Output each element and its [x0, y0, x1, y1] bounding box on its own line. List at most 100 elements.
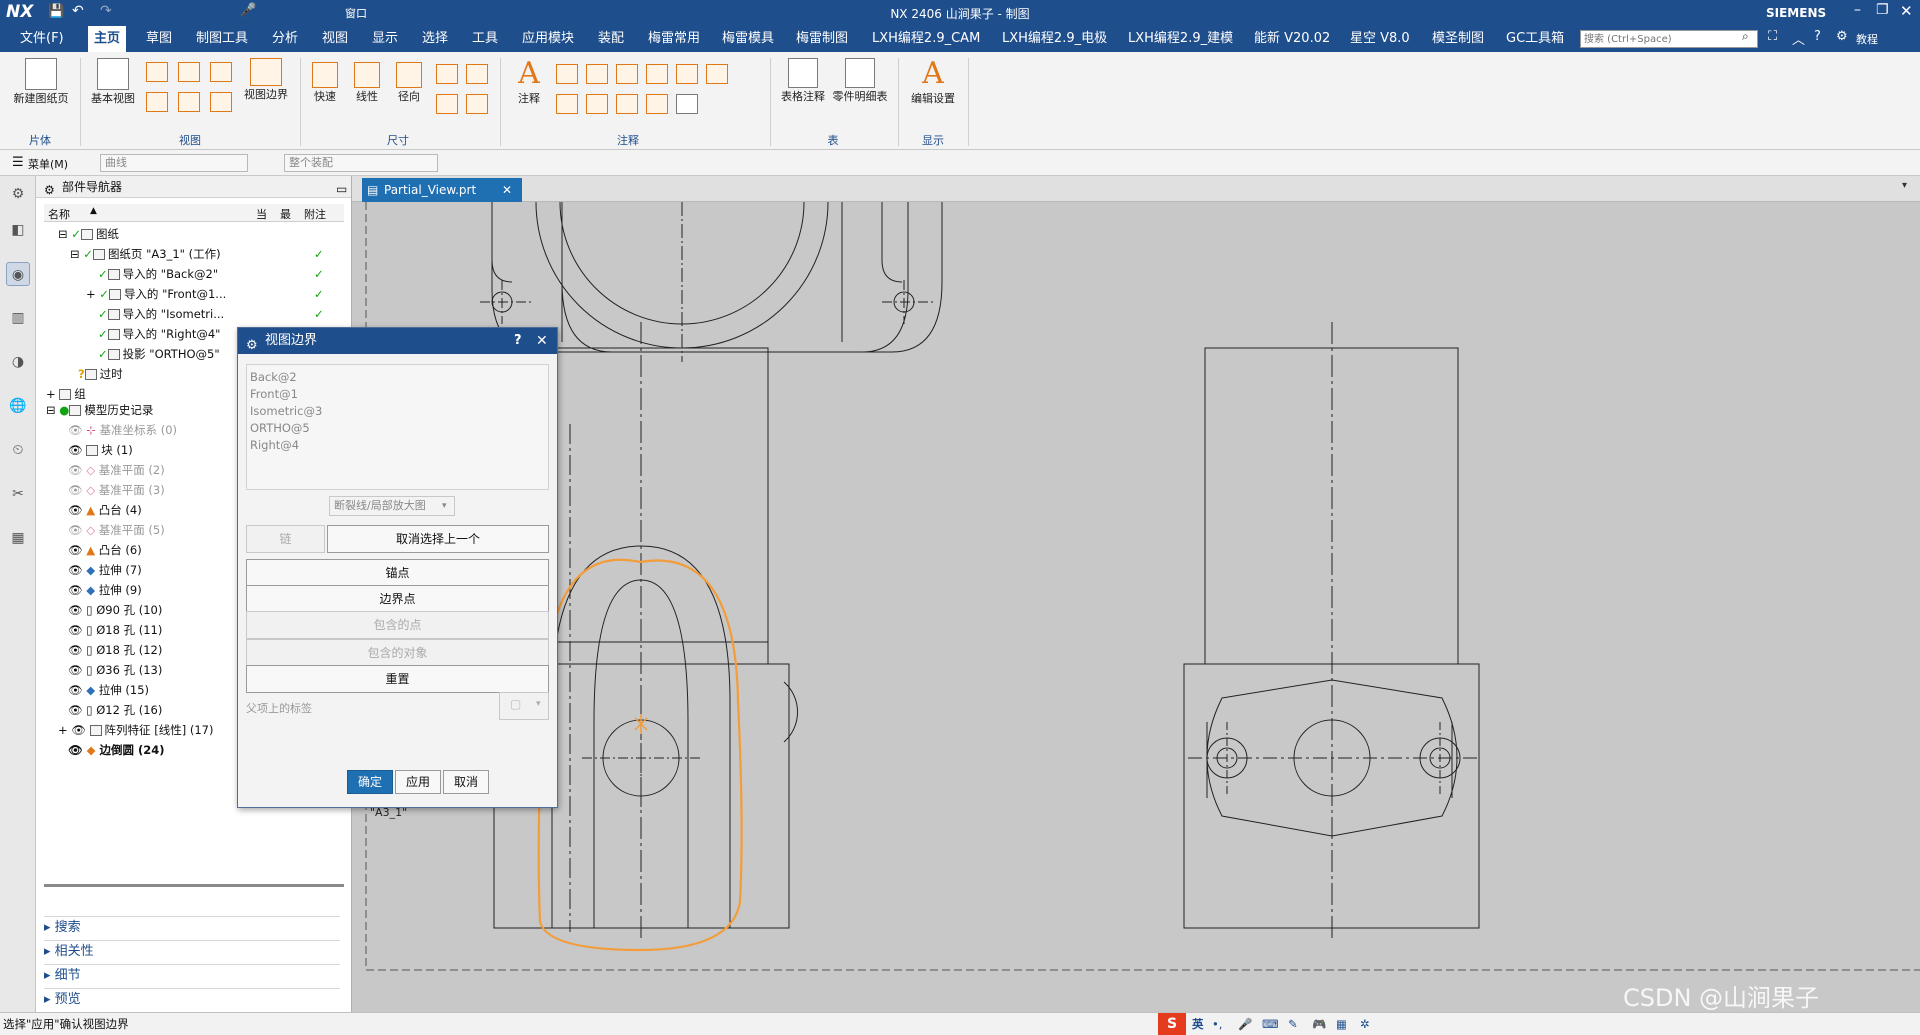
projected-view-icon[interactable] [146, 62, 168, 82]
gear-icon[interactable]: ⚙ [6, 182, 30, 206]
accordion-preview[interactable]: ▸ 预览 [44, 988, 340, 1010]
column-name[interactable]: 名称 [48, 206, 70, 222]
menu-lxh-modeling[interactable]: LXH编程2.9_建模 [1122, 26, 1239, 52]
ime-punctuation-icon[interactable]: •, [1212, 1013, 1222, 1035]
web-browser-icon[interactable]: 🌐 [6, 394, 30, 418]
detail-view-icon[interactable] [178, 62, 200, 82]
break-view-icon[interactable] [146, 92, 168, 112]
ime-game-icon[interactable]: 🎮 [1312, 1013, 1326, 1035]
radial-dimension-button[interactable]: 径向 [390, 62, 428, 104]
target-point-icon[interactable] [616, 94, 638, 114]
tree-item-front-view[interactable]: + ✓ 导入的 "Front@1... ✓ [44, 284, 344, 304]
close-icon[interactable]: ✕ [1900, 2, 1913, 20]
dialog-help-icon[interactable]: ? [514, 328, 522, 354]
surface-finish-icon[interactable] [586, 64, 608, 84]
view-list-item[interactable]: Front@1 [250, 386, 545, 403]
edit-settings-button[interactable]: A 编辑设置 [906, 58, 960, 106]
thickness-dimension-icon[interactable] [466, 94, 488, 114]
process-studio-icon[interactable]: ✂ [6, 482, 30, 506]
minimize-icon[interactable]: – [1854, 2, 1861, 18]
menu-analysis[interactable]: 分析 [266, 26, 304, 52]
sort-up-icon[interactable]: ▲ [90, 206, 97, 216]
settings-icon[interactable]: ⚙ [1836, 29, 1848, 44]
tree-item-drawings[interactable]: ⊟ ✓ 图纸 [44, 224, 344, 244]
chain-button[interactable]: 链 [246, 525, 325, 553]
ime-skin-icon[interactable]: ✎ [1288, 1013, 1298, 1035]
view-list-item[interactable]: Isometric@3 [250, 403, 545, 420]
id-symbol-icon[interactable] [556, 94, 578, 114]
column-current[interactable]: 当 [256, 206, 267, 222]
menu-view[interactable]: 视图 [316, 26, 354, 52]
tab-partial-view[interactable]: ▤ Partial_View.prt ✕ [362, 178, 522, 202]
accordion-search[interactable]: ▸ 搜索 [44, 916, 340, 938]
quick-dimension-button[interactable]: 快速 [306, 62, 344, 104]
new-sheet-button[interactable]: 新建图纸页 [8, 58, 74, 106]
menu-mosheng[interactable]: 模圣制图 [1426, 26, 1490, 52]
type-filter-select[interactable]: 曲线 [100, 154, 248, 172]
chamfer-dimension-icon[interactable] [466, 64, 488, 84]
parts-list-button[interactable]: 零件明细表 [830, 58, 890, 104]
tab-close-icon[interactable]: ✕ [502, 178, 512, 202]
menu-file[interactable]: 文件(F) [14, 26, 70, 52]
weld-symbol-icon[interactable] [646, 64, 668, 84]
menu-meilei-common[interactable]: 梅雷常用 [642, 26, 706, 52]
view-boundary-button[interactable]: 视图边界 [238, 58, 294, 102]
apply-button[interactable]: 应用 [395, 770, 441, 794]
tab-list-icon[interactable]: ▾ [1902, 180, 1907, 191]
hd3d-icon[interactable]: ◑ [6, 350, 30, 374]
menu-assembly[interactable]: 装配 [592, 26, 630, 52]
ok-button[interactable]: 确定 [347, 770, 393, 794]
crosshatch-icon[interactable] [646, 94, 668, 114]
menu-sketch[interactable]: 草图 [140, 26, 178, 52]
help-icon[interactable]: ? [1814, 29, 1821, 44]
menu-gc-toolbox[interactable]: GC工具箱 [1500, 26, 1570, 52]
accordion-details[interactable]: ▸ 细节 [44, 964, 340, 986]
section-view-icon[interactable] [210, 62, 232, 82]
ime-settings-icon[interactable]: ✲ [1360, 1013, 1370, 1035]
part-navigator-icon[interactable]: ◉ [6, 262, 30, 286]
note-button[interactable]: A 注释 [506, 58, 552, 106]
ime-logo-icon[interactable]: S [1158, 1013, 1186, 1035]
view-list[interactable]: Back@2 Front@1 Isometric@3 ORTHO@5 Right… [246, 364, 549, 490]
history-icon[interactable]: ⏲ [6, 438, 30, 462]
command-search-input[interactable] [1580, 30, 1758, 48]
menu-select[interactable]: 选择 [416, 26, 454, 52]
maximize-icon[interactable]: ▭ [336, 178, 347, 200]
dialog-close-icon[interactable]: ✕ [536, 328, 548, 354]
column-note[interactable]: 附注 [304, 206, 326, 222]
ordinate-dimension-icon[interactable] [436, 94, 458, 114]
anchor-point-button[interactable]: 锚点 [246, 559, 549, 587]
roles-icon[interactable]: ▦ [6, 526, 30, 550]
deselect-last-button[interactable]: 取消选择上一个 [327, 525, 549, 553]
menu-home[interactable]: 主页 [88, 26, 127, 52]
cancel-button[interactable]: 取消 [443, 770, 489, 794]
drawing-canvas[interactable]: "A3_1" [352, 202, 1920, 1012]
fill-icon[interactable] [676, 64, 698, 84]
boundary-type-select[interactable]: 断裂线/局部放大图 ▾ [329, 496, 455, 516]
reset-button[interactable]: 重置 [246, 665, 549, 693]
datum-feature-icon[interactable] [616, 64, 638, 84]
accordion-dependencies[interactable]: ▸ 相关性 [44, 940, 340, 962]
boundary-point-button[interactable]: 边界点 [246, 585, 549, 613]
ime-language-toggle[interactable]: 英 [1192, 1013, 1204, 1035]
search-icon[interactable]: ⌕ [1742, 29, 1749, 44]
included-point-button[interactable]: 包含的点 [246, 611, 549, 639]
linear-dimension-button[interactable]: 线性 [348, 62, 386, 104]
menu-drafting-tools[interactable]: 制图工具 [190, 26, 254, 52]
tree-item-isometric-view[interactable]: ✓ 导入的 "Isometri... ✓ [44, 304, 344, 324]
restore-icon[interactable]: ❐ [1876, 2, 1889, 18]
scope-filter-select[interactable]: 整个装配 [284, 154, 438, 172]
table-note-button[interactable]: 表格注释 [776, 58, 830, 104]
menu-lxh-cam[interactable]: LXH编程2.9_CAM [866, 26, 986, 52]
menu-xingkong[interactable]: 星空 V8.0 [1344, 26, 1416, 52]
menu-app-modules[interactable]: 应用模块 [516, 26, 580, 52]
reuse-library-icon[interactable]: ▥ [6, 306, 30, 330]
main-menu-button[interactable]: 菜单(M) [28, 156, 68, 172]
feature-control-frame-icon[interactable] [556, 64, 578, 84]
center-mark-icon[interactable] [706, 64, 728, 84]
view-list-item[interactable]: Right@4 [250, 437, 545, 454]
ime-keyboard-icon[interactable]: ⌨ [1262, 1013, 1279, 1035]
parent-label-select[interactable]: ▢ ▾ [499, 692, 549, 720]
tree-item-sheet-a3[interactable]: ⊟ ✓ 图纸页 "A3_1" (工作) ✓ [44, 244, 344, 264]
menu-lxh-electrode[interactable]: LXH编程2.9_电极 [996, 26, 1113, 52]
